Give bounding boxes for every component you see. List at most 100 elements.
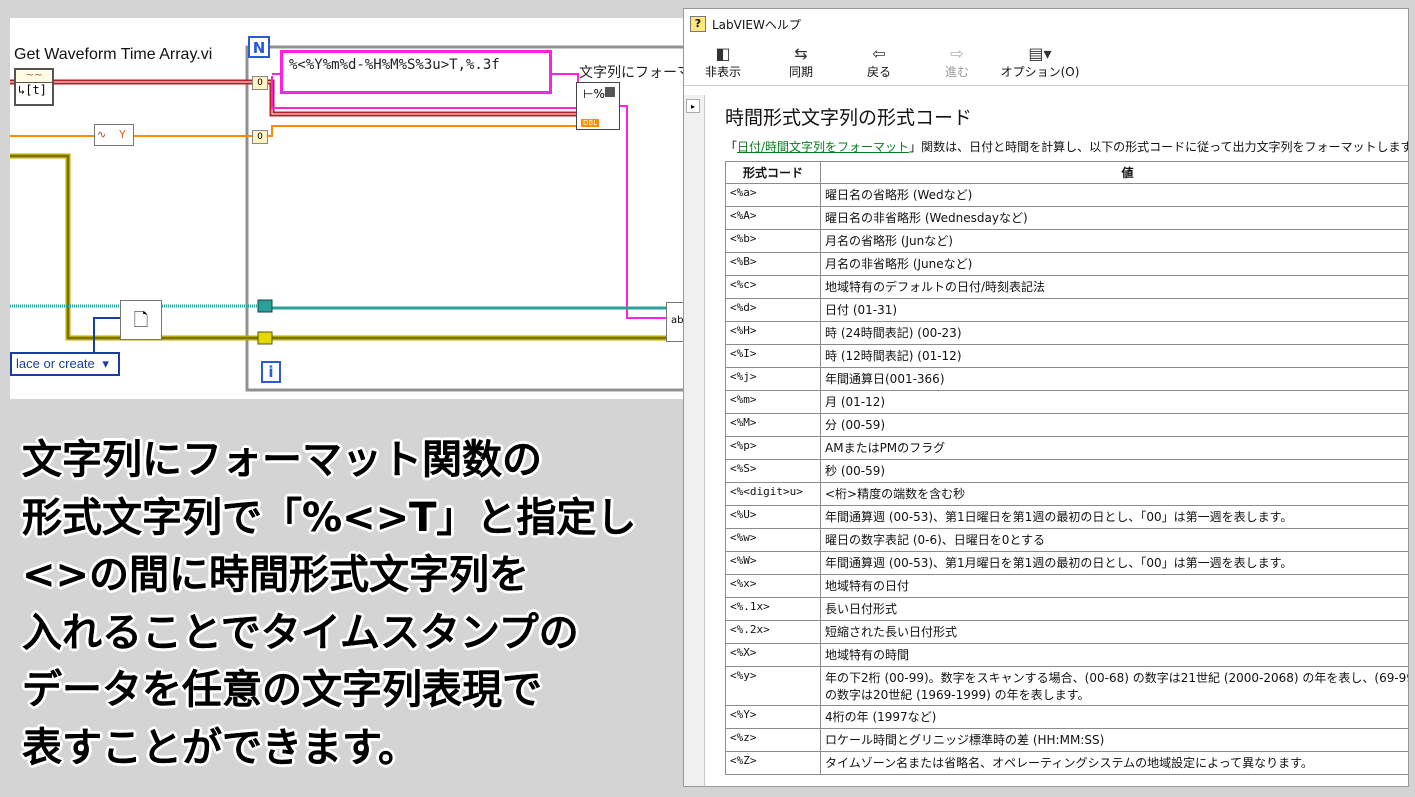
caption-line-3: <>の間に時間形式文字列を [22, 552, 530, 598]
loop-iteration-terminal[interactable]: i [261, 361, 281, 383]
format-code-cell: <%X> [725, 643, 821, 667]
format-value-cell: 月名の省略形 (Junなど) [820, 229, 1408, 253]
loop-count-terminal[interactable]: N [248, 36, 270, 58]
table-row: <%I> 時 (12時間表記) (01-12) [725, 344, 1408, 368]
format-code-cell: <%U> [725, 505, 821, 529]
format-code-cell: <%d> [725, 298, 821, 322]
format-code-cell: <%c> [725, 275, 821, 299]
vi-title: Get Waveform Time Array.vi [14, 46, 213, 63]
waveform-node[interactable]: ~~ ↳[t] [14, 68, 54, 106]
format-value-cell: 時 (12時間表記) (01-12) [820, 344, 1408, 368]
table-row: <%.1x> 長い日付形式 [725, 597, 1408, 621]
back-label: 戻る [866, 64, 891, 79]
intro-prefix: 「 [725, 140, 738, 154]
sync-icon: ⇆ [794, 43, 808, 63]
window-title: LabVIEWヘルプ [712, 17, 801, 32]
format-value-cell: 地域特有の日付 [820, 574, 1408, 598]
table-row: <%S> 秒 (00-59) [725, 459, 1408, 483]
format-code-cell: <%W> [725, 551, 821, 575]
forward-arrow-icon: ⇨ [950, 43, 964, 63]
forward-button[interactable]: ⇨ 進む [922, 39, 992, 85]
tunnel-timestamp[interactable]: 0 [252, 76, 268, 90]
format-value-cell: 地域特有の時間 [820, 643, 1408, 667]
format-into-string-node[interactable]: ⊢% DBL [576, 82, 620, 130]
table-row: <%w> 曜日の数字表記 (0-6)、日曜日を0とする [725, 528, 1408, 552]
hide-button[interactable]: ◧ 非表示 [688, 39, 758, 85]
table-body: <%a> 曜日名の省略形 (Wedなど) <%A> 曜日名の非省略形 (Wednesd… [725, 183, 1408, 775]
format-value-cell: 年間通算週 (00-53)、第1月曜日を第1週の最初の日とし、「00」は第一週を… [820, 551, 1408, 575]
file-icon: 🗋 [133, 310, 149, 331]
format-datetime-link[interactable]: 日付/時間文字列をフォーマット [737, 140, 909, 154]
open-file-node[interactable]: 🗋 [120, 300, 162, 340]
options-icon: ▤▾ [1028, 43, 1052, 63]
grid-icon [605, 87, 615, 97]
block-diagram: Get Waveform Time Array.vi ~~ ↳[t] ∿ Y N… [10, 18, 685, 399]
options-label: オプション(O) [1000, 64, 1080, 79]
help-document: 時間形式文字列の形式コード 「日付/時間文字列をフォーマット」関数は、日付と時間… [705, 95, 1408, 786]
table-row: <%c> 地域特有のデフォルトの日付/時刻表記法 [725, 275, 1408, 299]
format-value-cell: 年の下2桁 (00-99)。数字をスキャンする場合、(00-68) の数字は21… [820, 666, 1408, 706]
table-row: <%B> 月名の非省略形 (Juneなど) [725, 252, 1408, 276]
get-y-node[interactable]: ∿ Y [94, 124, 134, 146]
enum-wire [93, 317, 120, 352]
format-value-cell: 秒 (00-59) [820, 459, 1408, 483]
format-code-cell: <%Z> [725, 751, 821, 775]
table-row: <%M> 分 (00-59) [725, 413, 1408, 437]
file-operation-enum[interactable]: lace or create ▾ [10, 352, 120, 376]
caption-line-4: 入れることでタイムスタンプの [22, 609, 579, 656]
y-label: Y [119, 128, 126, 141]
format-value-cell: 日付 (01-31) [820, 298, 1408, 322]
hide-icon: ◧ [715, 43, 731, 63]
help-titlebar[interactable]: ? LabVIEWヘルプ [684, 9, 1408, 39]
waveform-icon: ~~ [16, 70, 52, 83]
options-button[interactable]: ▤▾ オプション(O) [1000, 39, 1080, 85]
format-code-cell: <%S> [725, 459, 821, 483]
table-row: <%d> 日付 (01-31) [725, 298, 1408, 322]
help-content-area: ▸ 時間形式文字列の形式コード 「日付/時間文字列をフォーマット」関数は、日付と… [684, 95, 1408, 786]
header-code: 形式コード [725, 161, 821, 184]
format-code-cell: <%.2x> [725, 620, 821, 644]
format-code-cell: <%z> [725, 728, 821, 752]
table-header-row: 形式コード 値 [725, 161, 1408, 184]
expand-nav-icon[interactable]: ▸ [686, 99, 700, 113]
format-value-cell: 曜日名の省略形 (Wedなど) [820, 183, 1408, 207]
format-value-cell: AMまたはPMのフラグ [820, 436, 1408, 460]
sync-label: 同期 [788, 64, 813, 79]
table-row: <%<digit>u> <桁>精度の端数を含む秒 [725, 482, 1408, 506]
format-string-constant[interactable]: %<%Y%m%d-%H%M%S%3u>T,%.3f [280, 50, 552, 94]
text-file-icon: ab [671, 315, 684, 326]
format-code-cell: <%j> [725, 367, 821, 391]
back-arrow-icon: ⇦ [872, 43, 886, 63]
format-code-cell: <%x> [725, 574, 821, 598]
caption-text: 文字列にフォーマット関数の 形式文字列で「%<>T」と指定し <>の間に時間形式… [22, 432, 682, 777]
intro-paragraph: 「日付/時間文字列をフォーマット」関数は、日付と時間を計算し、以下の形式コードに… [725, 138, 1408, 155]
table-row: <%U> 年間通算週 (00-53)、第1日曜日を第1週の最初の日とし、「00」は… [725, 505, 1408, 529]
format-code-cell: <%b> [725, 229, 821, 253]
table-row: <%j> 年間通算日(001-366) [725, 367, 1408, 391]
dbl-badge: DBL [581, 119, 600, 127]
help-app-icon: ? [690, 16, 706, 32]
format-value-cell: 曜日の数字表記 (0-6)、日曜日を0とする [820, 528, 1408, 552]
format-value-cell: 時 (24時間表記) (00-23) [820, 321, 1408, 345]
tunnel-y[interactable]: 0 [252, 130, 268, 144]
table-row: <%.2x> 短縮された長い日付形式 [725, 620, 1408, 644]
enum-value: lace or create [16, 356, 95, 371]
caption-line-2: 形式文字列で「%<>T」と指定し [22, 494, 637, 541]
table-row: <%b> 月名の省略形 (Junなど) [725, 229, 1408, 253]
table-row: <%x> 地域特有の日付 [725, 574, 1408, 598]
format-code-cell: <%p> [725, 436, 821, 460]
format-code-cell: <%B> [725, 252, 821, 276]
sync-button[interactable]: ⇆ 同期 [766, 39, 836, 85]
table-row: <%p> AMまたはPMのフラグ [725, 436, 1408, 460]
format-code-cell: <%.1x> [725, 597, 821, 621]
output-string-wire [620, 105, 668, 319]
format-code-cell: <%w> [725, 528, 821, 552]
page-title: 時間形式文字列の形式コード [725, 107, 973, 129]
back-button[interactable]: ⇦ 戻る [844, 39, 914, 85]
table-row: <%Y> 4桁の年 (1997など) [725, 705, 1408, 729]
table-row: <%W> 年間通算週 (00-53)、第1月曜日を第1週の最初の日とし、「00」は… [725, 551, 1408, 575]
help-window: ? LabVIEWヘルプ ◧ 非表示 ⇆ 同期 ⇦ 戻る ⇨ 進む ▤▾ オプシ… [683, 8, 1409, 787]
format-code-cell: <%m> [725, 390, 821, 414]
wave-icon: ∿ [97, 128, 107, 141]
format-code-cell: <%I> [725, 344, 821, 368]
